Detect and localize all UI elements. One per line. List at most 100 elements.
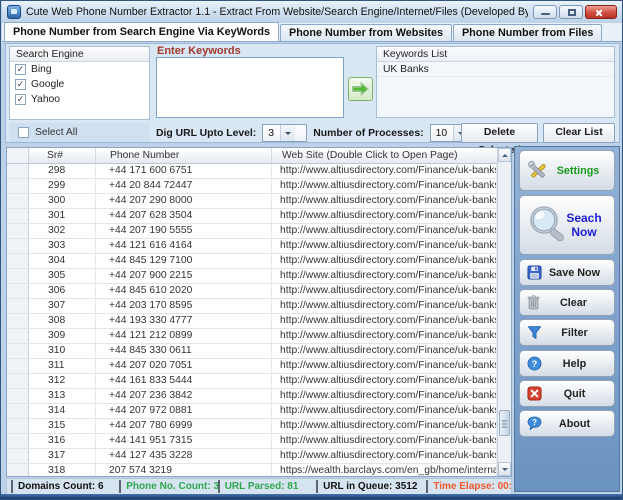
url-cell[interactable]: http://www.altiusdirectory.com/Finance/u…	[272, 404, 497, 418]
row-selector-cell[interactable]	[7, 284, 29, 298]
url-cell[interactable]: http://www.altiusdirectory.com/Finance/u…	[272, 164, 497, 178]
search-engine-item[interactable]: Yahoo	[10, 92, 149, 107]
dig-url-select[interactable]: 3	[262, 124, 307, 142]
dropdown-arrow-icon[interactable]	[280, 125, 295, 141]
search-engine-item[interactable]: Bing	[10, 62, 149, 77]
row-selector-cell[interactable]	[7, 239, 29, 253]
table-row[interactable]: 302 +44 207 190 5555 http://www.altiusdi…	[7, 224, 497, 239]
row-selector-cell[interactable]	[7, 299, 29, 313]
row-selector-cell[interactable]	[7, 359, 29, 373]
table-row[interactable]: 304 +44 845 129 7100 http://www.altiusdi…	[7, 254, 497, 269]
url-cell[interactable]: http://www.altiusdirectory.com/Finance/u…	[272, 299, 497, 313]
delete-selected-button[interactable]: Delete Selected	[461, 123, 538, 143]
table-row[interactable]: 312 +44 161 833 5444 http://www.altiusdi…	[7, 374, 497, 389]
url-cell[interactable]: http://www.altiusdirectory.com/Finance/u…	[272, 284, 497, 298]
url-cell[interactable]: http://www.altiusdirectory.com/Finance/u…	[272, 224, 497, 238]
column-header-sr[interactable]: Sr#	[29, 148, 96, 163]
table-row[interactable]: 300 +44 207 290 8000 http://www.altiusdi…	[7, 194, 497, 209]
scroll-up-button[interactable]	[498, 148, 511, 162]
row-selector-cell[interactable]	[7, 374, 29, 388]
table-row[interactable]: 301 +44 207 628 3504 http://www.altiusdi…	[7, 209, 497, 224]
vertical-scrollbar[interactable]	[497, 148, 511, 476]
row-selector-cell[interactable]	[7, 344, 29, 358]
column-header-website[interactable]: Web Site (Double Click to Open Page)	[272, 148, 511, 163]
url-cell[interactable]: http://www.altiusdirectory.com/Finance/u…	[272, 329, 497, 343]
tab-search-engine[interactable]: Phone Number from Search Engine Via KeyW…	[4, 22, 279, 41]
search-now-button[interactable]: Seach Now	[519, 195, 615, 255]
url-cell[interactable]: http://www.altiusdirectory.com/Finance/u…	[272, 434, 497, 448]
checkbox-checked-icon[interactable]	[15, 79, 26, 90]
row-selector-cell[interactable]	[7, 464, 29, 476]
table-row[interactable]: 317 +44 127 435 3228 http://www.altiusdi…	[7, 449, 497, 464]
url-cell[interactable]: http://www.altiusdirectory.com/Finance/u…	[272, 194, 497, 208]
table-row[interactable]: 315 +44 207 780 6999 http://www.altiusdi…	[7, 419, 497, 434]
table-row[interactable]: 310 +44 845 330 0611 http://www.altiusdi…	[7, 344, 497, 359]
url-cell[interactable]: http://www.altiusdirectory.com/Finance/u…	[272, 344, 497, 358]
url-cell[interactable]: http://www.altiusdirectory.com/Finance/u…	[272, 449, 497, 463]
url-cell[interactable]: http://www.altiusdirectory.com/Finance/u…	[272, 359, 497, 373]
row-selector-cell[interactable]	[7, 194, 29, 208]
keywords-list-header[interactable]: Keywords List	[377, 47, 614, 62]
table-row[interactable]: 311 +44 207 020 7051 http://www.altiusdi…	[7, 359, 497, 374]
quit-button[interactable]: Quit	[519, 380, 615, 407]
row-selector-cell[interactable]	[7, 404, 29, 418]
table-row[interactable]: 313 +44 207 236 3842 http://www.altiusdi…	[7, 389, 497, 404]
keyword-item[interactable]: UK Banks	[377, 62, 614, 77]
row-selector-cell[interactable]	[7, 434, 29, 448]
settings-button[interactable]: Settings	[519, 150, 615, 191]
table-row[interactable]: 306 +44 845 610 2020 http://www.altiusdi…	[7, 284, 497, 299]
close-button[interactable]	[585, 5, 617, 19]
table-row[interactable]: 307 +44 203 170 8595 http://www.altiusdi…	[7, 299, 497, 314]
row-selector-cell[interactable]	[7, 419, 29, 433]
table-row[interactable]: 318 207 574 3219 https://wealth.barclays…	[7, 464, 497, 476]
clear-list-button[interactable]: Clear List	[543, 123, 615, 143]
clear-button[interactable]: Clear	[519, 289, 615, 316]
column-header-phone[interactable]: Phone Number	[96, 148, 272, 163]
row-selector-cell[interactable]	[7, 449, 29, 463]
checkbox-unchecked-icon[interactable]	[18, 127, 29, 138]
minimize-button[interactable]	[533, 5, 557, 19]
row-selector-cell[interactable]	[7, 269, 29, 283]
url-cell[interactable]: http://www.altiusdirectory.com/Finance/u…	[272, 239, 497, 253]
table-row[interactable]: 303 +44 121 616 4164 http://www.altiusdi…	[7, 239, 497, 254]
url-cell[interactable]: http://www.altiusdirectory.com/Finance/u…	[272, 254, 497, 268]
keywords-input[interactable]	[156, 57, 344, 118]
url-cell[interactable]: http://www.altiusdirectory.com/Finance/u…	[272, 374, 497, 388]
checkbox-checked-icon[interactable]	[15, 64, 26, 75]
url-cell[interactable]: https://wealth.barclays.com/en_gb/home/i…	[272, 464, 497, 476]
table-row[interactable]: 298 +44 171 600 6751 http://www.altiusdi…	[7, 164, 497, 179]
add-keyword-button[interactable]	[348, 77, 373, 101]
about-button[interactable]: ? About	[519, 410, 615, 437]
search-engine-item[interactable]: Google	[10, 77, 149, 92]
help-button[interactable]: ? Help	[519, 350, 615, 377]
row-selector-cell[interactable]	[7, 329, 29, 343]
url-cell[interactable]: http://www.altiusdirectory.com/Finance/u…	[272, 314, 497, 328]
row-selector-cell[interactable]	[7, 179, 29, 193]
table-row[interactable]: 308 +44 193 330 4777 http://www.altiusdi…	[7, 314, 497, 329]
select-all-row[interactable]: Select All	[9, 123, 150, 142]
url-cell[interactable]: http://www.altiusdirectory.com/Finance/u…	[272, 269, 497, 283]
maximize-button[interactable]	[559, 5, 583, 19]
row-selector-cell[interactable]	[7, 314, 29, 328]
url-cell[interactable]: http://www.altiusdirectory.com/Finance/u…	[272, 179, 497, 193]
table-row[interactable]: 314 +44 207 972 0881 http://www.altiusdi…	[7, 404, 497, 419]
row-selector-cell[interactable]	[7, 209, 29, 223]
tab-websites[interactable]: Phone Number from Websites	[280, 24, 452, 41]
checkbox-checked-icon[interactable]	[15, 94, 26, 105]
row-selector-cell[interactable]	[7, 224, 29, 238]
row-selector-cell[interactable]	[7, 389, 29, 403]
table-row[interactable]: 316 +44 141 951 7315 http://www.altiusdi…	[7, 434, 497, 449]
row-selector-cell[interactable]	[7, 254, 29, 268]
filter-button[interactable]: Filter	[519, 319, 615, 346]
row-selector-cell[interactable]	[7, 164, 29, 178]
url-cell[interactable]: http://www.altiusdirectory.com/Finance/u…	[272, 209, 497, 223]
save-now-button[interactable]: Save Now	[519, 259, 615, 286]
search-engine-header[interactable]: Search Engine	[10, 47, 149, 62]
table-row[interactable]: 299 +44 20 844 72447 http://www.altiusdi…	[7, 179, 497, 194]
scrollbar-thumb[interactable]	[499, 410, 510, 436]
tab-files[interactable]: Phone Number from Files	[453, 24, 602, 41]
url-cell[interactable]: http://www.altiusdirectory.com/Finance/u…	[272, 419, 497, 433]
table-row[interactable]: 305 +44 207 900 2215 http://www.altiusdi…	[7, 269, 497, 284]
url-cell[interactable]: http://www.altiusdirectory.com/Finance/u…	[272, 389, 497, 403]
scroll-down-button[interactable]	[498, 462, 511, 476]
